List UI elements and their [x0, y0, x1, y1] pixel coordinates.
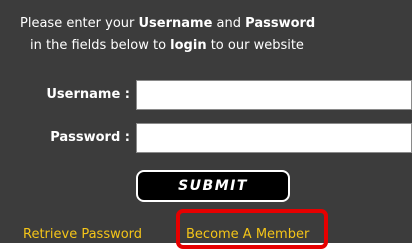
highlight-box — [176, 209, 328, 249]
instructions-username-keyword: Username — [138, 16, 213, 31]
instructions-text: to our website — [206, 38, 304, 53]
password-input[interactable] — [136, 123, 412, 153]
login-instructions: Please enter your Username and Password … — [0, 13, 380, 57]
login-panel: Please enter your Username and Password … — [0, 0, 412, 249]
retrieve-password-link[interactable]: Retrieve Password — [23, 226, 142, 243]
instructions-line-2: in the fields below to login to our webs… — [0, 35, 380, 57]
instructions-text: and — [212, 16, 246, 31]
username-label: Username : — [46, 87, 130, 102]
password-label: Password : — [50, 130, 130, 145]
username-row: Username : — [0, 80, 412, 110]
instructions-text: Please enter your — [20, 16, 139, 31]
instructions-line-1: Please enter your Username and Password — [0, 13, 380, 35]
username-input[interactable] — [136, 80, 412, 110]
submit-button[interactable]: SUBMIT — [136, 170, 290, 202]
instructions-text: in the fields below to — [30, 38, 171, 53]
password-row: Password : — [0, 123, 412, 153]
instructions-login-keyword: login — [170, 38, 207, 53]
instructions-password-keyword: Password — [245, 16, 316, 31]
